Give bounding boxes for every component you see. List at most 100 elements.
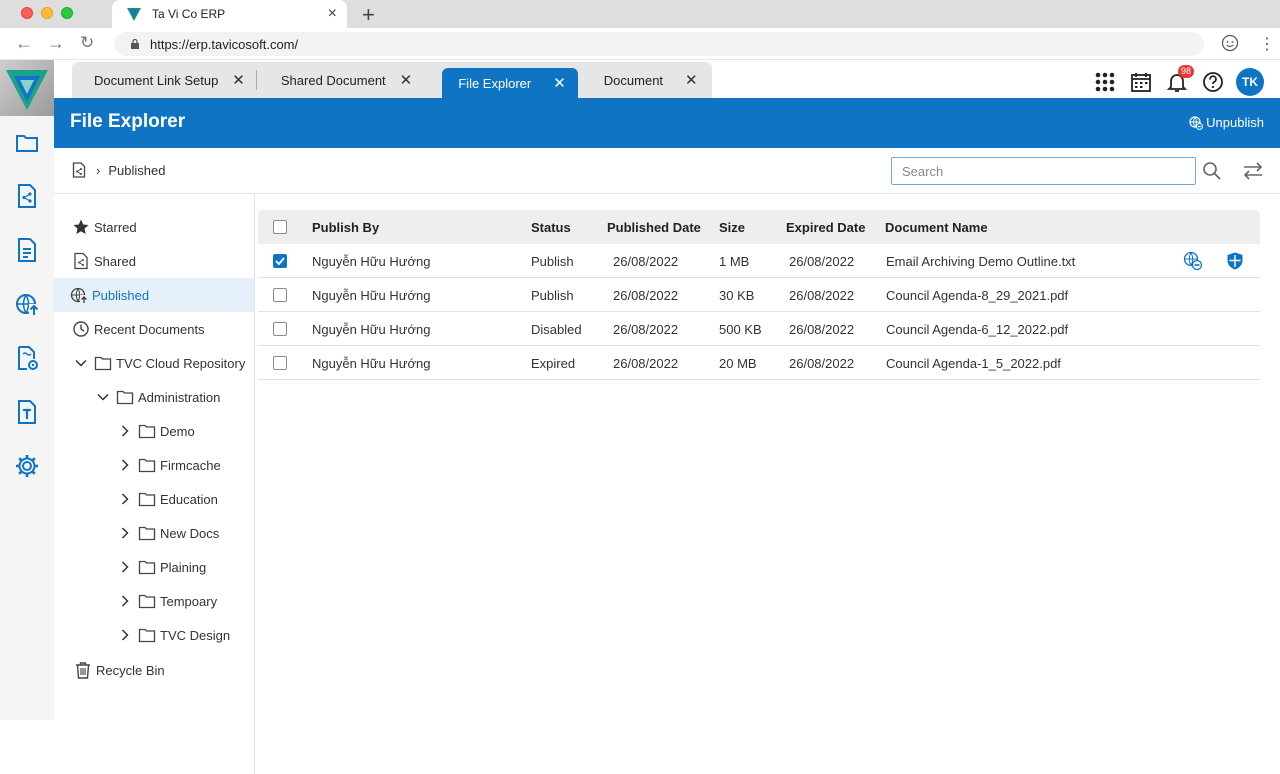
close-icon[interactable]: ✕ xyxy=(553,74,566,92)
browser-tab[interactable]: Ta Vi Co ERP × xyxy=(112,0,347,28)
checkmark-icon xyxy=(275,257,285,266)
table-row[interactable]: Nguyễn Hữu Hướng Publish 26/08/2022 30 K… xyxy=(258,278,1260,312)
tree-item-folder[interactable]: TVC Design xyxy=(54,618,254,652)
table-row[interactable]: Nguyễn Hữu Hướng Expired 26/08/2022 20 M… xyxy=(258,346,1260,380)
tree-item-published[interactable]: Published xyxy=(54,278,254,312)
close-tab-icon[interactable]: × xyxy=(328,5,337,23)
folder-icon xyxy=(116,390,134,405)
maximize-window-button[interactable] xyxy=(61,7,73,19)
browser-menu-icon[interactable]: ⋮ xyxy=(1259,34,1275,54)
close-icon[interactable]: ✕ xyxy=(232,71,245,89)
chevron-down-icon[interactable] xyxy=(96,390,110,404)
column-header-published-date[interactable]: Published Date xyxy=(607,210,701,244)
tree-item-folder[interactable]: Tempoary xyxy=(54,584,254,618)
tab-file-explorer[interactable]: File Explorer ✕ xyxy=(442,68,578,98)
cell-publish-by: Nguyễn Hữu Hướng xyxy=(312,321,431,337)
cell-expired-date: 26/08/2022 xyxy=(789,355,855,371)
tab-label: Shared Document xyxy=(280,72,386,88)
reload-icon[interactable]: ↻ xyxy=(80,33,94,53)
close-window-button[interactable] xyxy=(21,7,33,19)
breadcrumb-current[interactable]: Published xyxy=(108,163,165,178)
cell-status: Publish xyxy=(531,253,574,269)
avatar[interactable]: TK xyxy=(1236,68,1264,96)
document-settings-icon[interactable] xyxy=(14,345,40,371)
cell-document-name: Council Agenda-8_29_2021.pdf xyxy=(886,287,1069,303)
tab-shared-document[interactable]: Shared Document ✕ xyxy=(257,62,442,98)
row-checkbox[interactable] xyxy=(273,288,287,302)
chevron-right-icon[interactable] xyxy=(118,560,132,574)
folder-icon xyxy=(138,594,156,609)
shared-document-icon[interactable] xyxy=(14,183,40,209)
shared-document-icon[interactable] xyxy=(72,162,86,178)
chevron-right-icon[interactable] xyxy=(118,458,132,472)
star-icon xyxy=(73,219,89,234)
tree-item-folder[interactable]: New Docs xyxy=(54,516,254,550)
tree-item-administration[interactable]: Administration xyxy=(54,380,254,414)
tree-item-tvc-cloud-repository[interactable]: TVC Cloud Repository xyxy=(54,346,254,380)
column-header-expired-date[interactable]: Expired Date xyxy=(786,210,865,244)
select-all-checkbox[interactable] xyxy=(273,220,287,234)
folder-icon[interactable] xyxy=(14,130,40,156)
row-checkbox[interactable] xyxy=(273,356,287,370)
forward-icon[interactable]: → xyxy=(47,33,65,54)
profile-icon[interactable] xyxy=(1221,34,1239,52)
close-icon[interactable]: ✕ xyxy=(685,71,698,89)
tree-item-folder[interactable]: Firmcache xyxy=(54,448,254,482)
column-header-status[interactable]: Status xyxy=(531,210,571,244)
unpublish-button[interactable]: Unpublish xyxy=(1189,115,1264,130)
close-icon[interactable]: ✕ xyxy=(400,71,413,89)
tab-label: Document xyxy=(603,72,664,88)
tree-label: Starred xyxy=(94,219,137,235)
help-icon[interactable] xyxy=(1202,71,1224,93)
notification-bell[interactable]: 98 xyxy=(1166,65,1194,93)
cell-document-name: Council Agenda-6_12_2022.pdf xyxy=(886,321,1069,337)
search-input[interactable] xyxy=(891,157,1196,185)
unpublish-icon[interactable] xyxy=(1183,251,1203,271)
globe-upload-icon[interactable] xyxy=(14,291,40,317)
tree-item-recycle-bin[interactable]: Recycle Bin xyxy=(54,653,254,687)
gear-icon[interactable] xyxy=(14,453,40,479)
app-tab-bar: Document Link Setup ✕ Shared Document ✕ … xyxy=(54,60,1280,98)
chevron-down-icon[interactable] xyxy=(74,356,88,370)
table-row[interactable]: Nguyễn Hữu Hướng Publish 26/08/2022 1 MB… xyxy=(258,244,1260,278)
tree-label: Plaining xyxy=(160,559,207,575)
tree-item-folder[interactable]: Plaining xyxy=(54,550,254,584)
calendar-icon[interactable] xyxy=(1130,71,1152,93)
cell-published-date: 26/08/2022 xyxy=(613,355,679,371)
chevron-right-icon[interactable] xyxy=(118,526,132,540)
tree-item-recent-documents[interactable]: Recent Documents xyxy=(54,312,254,346)
column-header-document-name[interactable]: Document Name xyxy=(885,210,988,244)
minimize-window-button[interactable] xyxy=(41,7,53,19)
apps-grid-icon[interactable] xyxy=(1094,71,1116,93)
swap-view-icon[interactable] xyxy=(1242,161,1264,181)
url-field[interactable]: https://erp.tavicosoft.com/ xyxy=(114,32,1204,56)
chevron-right-icon[interactable] xyxy=(118,628,132,642)
chevron-right-icon[interactable] xyxy=(118,424,132,438)
tab-document[interactable]: Document ✕ xyxy=(578,62,712,98)
cell-published-date: 26/08/2022 xyxy=(613,253,679,269)
new-tab-icon[interactable]: + xyxy=(362,2,375,28)
row-checkbox[interactable] xyxy=(273,254,287,268)
tree-item-shared[interactable]: Shared xyxy=(54,244,254,278)
template-icon[interactable] xyxy=(14,399,40,425)
tree-item-folder[interactable]: Demo xyxy=(54,414,254,448)
folder-icon xyxy=(138,458,156,473)
column-header-publish-by[interactable]: Publish By xyxy=(312,210,379,244)
folder-icon xyxy=(138,492,156,507)
chevron-right-icon[interactable] xyxy=(118,594,132,608)
row-checkbox[interactable] xyxy=(273,322,287,336)
column-header-size[interactable]: Size xyxy=(719,210,745,244)
tab-document-link-setup[interactable]: Document Link Setup ✕ xyxy=(72,62,257,98)
document-icon[interactable] xyxy=(14,237,40,263)
tree-item-starred[interactable]: Starred xyxy=(54,210,254,244)
back-icon[interactable]: ← xyxy=(15,33,33,54)
folder-icon xyxy=(138,424,156,439)
chevron-right-icon[interactable] xyxy=(118,492,132,506)
search-icon[interactable] xyxy=(1202,161,1222,181)
cell-document-name: Council Agenda-1_5_2022.pdf xyxy=(886,355,1061,371)
tree-item-folder[interactable]: Education xyxy=(54,482,254,516)
cell-document-name: Email Archiving Demo Outline.txt xyxy=(886,253,1076,269)
table-row[interactable]: Nguyễn Hữu Hướng Disabled 26/08/2022 500… xyxy=(258,312,1260,346)
shield-icon[interactable] xyxy=(1225,251,1245,271)
app-logo[interactable] xyxy=(0,60,54,116)
